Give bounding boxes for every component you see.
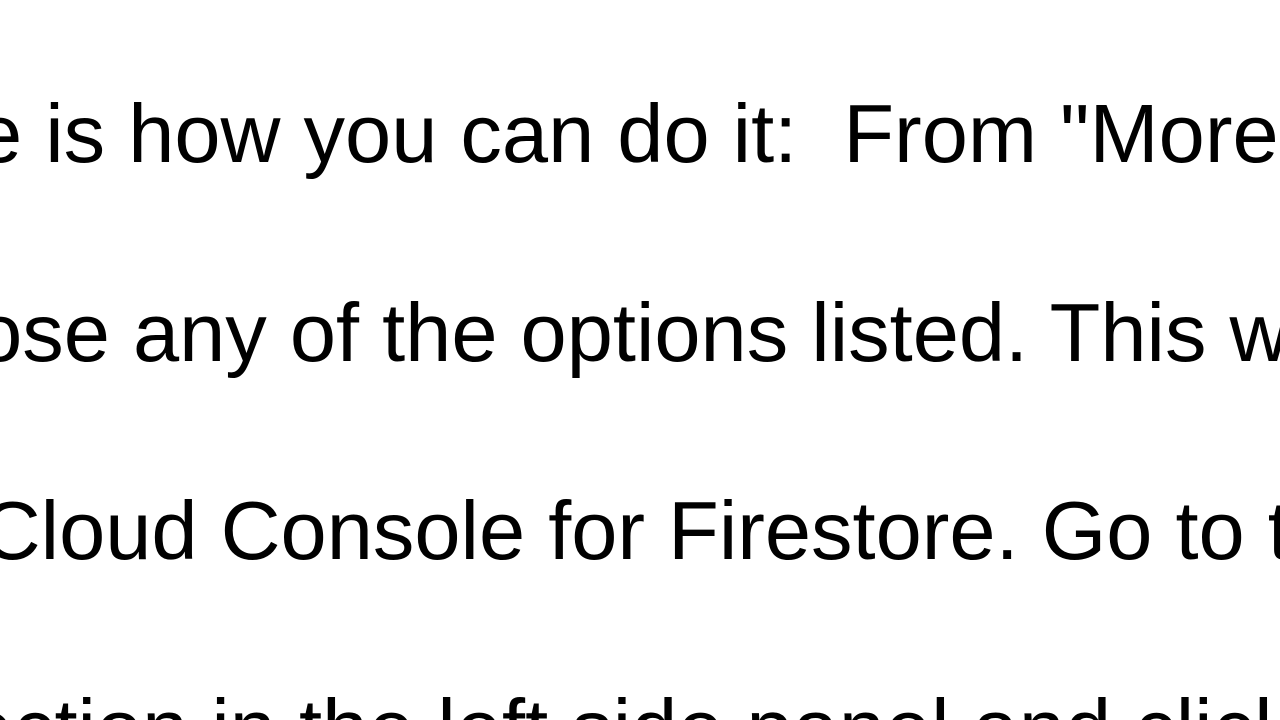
text-line-2: choose any of the options listed. This w… xyxy=(0,286,1280,379)
text-line-4: collection in the left side panel and cl… xyxy=(0,682,1280,720)
document-viewport: Here is how you can do it: From "More ch… xyxy=(0,0,1280,720)
body-text: Here is how you can do it: From "More ch… xyxy=(0,0,1280,720)
text-line-1: Here is how you can do it: From "More xyxy=(0,87,1279,180)
text-line-3: the Cloud Console for Firestore. Go to t… xyxy=(0,484,1280,577)
